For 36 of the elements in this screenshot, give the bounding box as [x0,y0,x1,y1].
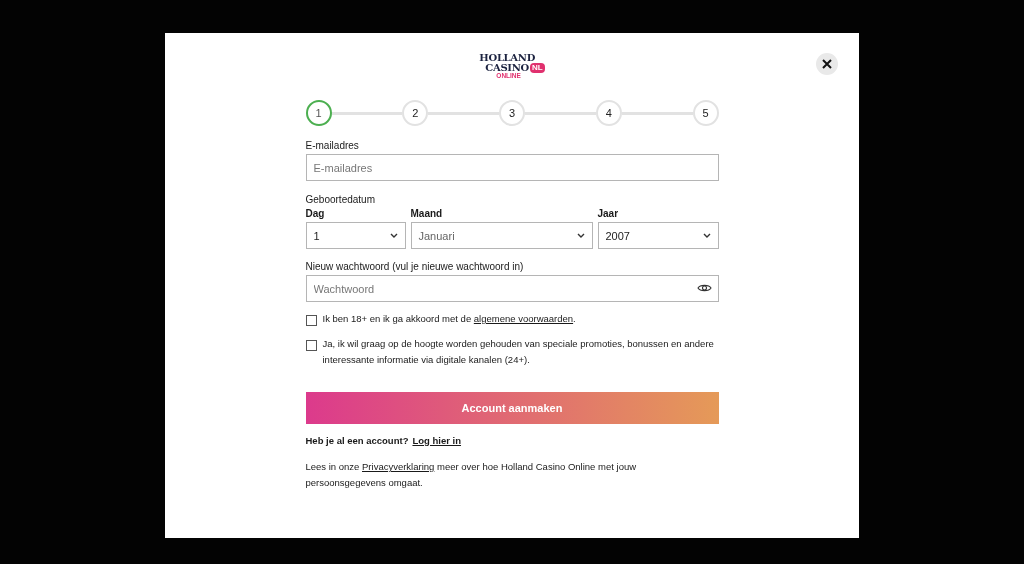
logo-badge: NL [530,63,545,73]
logo-text: HOLLAND [479,53,537,63]
eye-icon [696,283,712,293]
chevron-icon [702,233,711,238]
close-button[interactable] [816,53,838,75]
password-field[interactable]: Wachtwoord [305,275,719,302]
dropdown[interactable]: 2007 [597,222,719,249]
dropdown-value: 1 [313,229,320,242]
dropdown[interactable]: Januari [410,222,593,249]
logo-text: CASINO [485,63,529,73]
field-label: Jaar [597,208,620,219]
field-label: Dag [305,208,326,219]
chevron-icon [389,233,398,238]
dropdown-value: Januari [418,229,455,242]
step-indicator: 3 [499,100,525,126]
login-prompt: Heb je al een account? [305,435,409,446]
chevron-icon [576,233,585,238]
checkbox[interactable] [305,340,317,351]
close-icon [822,59,832,69]
privacy-text: Lees in onze Privacyverklaring meer over hoe Holland Casino Online met jouw persoonsgegevens omgaat. [305,460,638,490]
field-label: Nieuw wachtwoord (vul je nieuwe wachtwoord in) [305,261,525,272]
field-label: E-mailadres [305,140,360,151]
email-field[interactable]: E-mailadres [305,154,719,181]
dropdown-value: 2007 [605,229,630,242]
checkbox-label: Ja, ik wil graag op de hoogte worden gehouden van speciale promoties, bonussen en andere interessante informatie via digitale kanalen (24+). [322,337,715,367]
field-label: Maand [410,208,444,219]
step-indicator: 1 [305,100,332,126]
privacy-link[interactable]: Privacyverklaring [362,461,435,472]
checkbox[interactable] [305,315,317,326]
step-indicator: 5 [692,100,719,126]
dropdown[interactable]: 1 [305,222,406,249]
field-label: Geboortedatum [305,194,376,205]
step-indicator: 4 [595,100,622,126]
login-link[interactable]: Log hier in [412,435,461,446]
step-indicator: 2 [402,100,429,126]
checkbox-label: Ik ben 18+ en ik ga akkoord met de algemene voorwaarden. [322,312,576,326]
